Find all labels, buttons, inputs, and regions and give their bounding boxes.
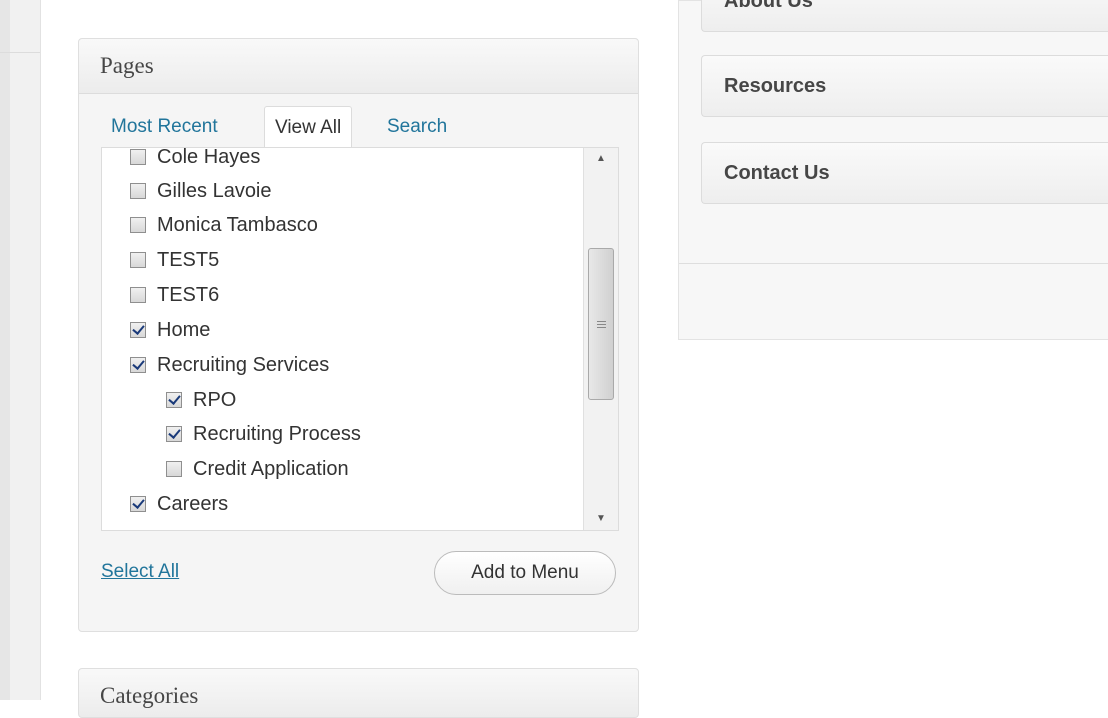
pages-panel-title: Pages [100,53,154,78]
grip-icon [597,321,606,330]
page-item-label: RPO [193,388,237,411]
checkbox[interactable] [130,357,146,373]
page-item-label: TEST6 [157,283,220,306]
checkbox[interactable] [130,149,146,165]
page-item-label: Home [157,318,211,341]
page-item[interactable]: TEST6 [130,280,219,310]
page-item-label: Monica Tambasco [157,213,318,236]
tab-search[interactable]: Search [387,106,447,148]
page-item[interactable]: Recruiting Process [166,419,361,449]
page-item-label: Careers [157,492,229,515]
page-item[interactable]: Monica Tambasco [130,210,318,240]
page-item-label: Recruiting Process [193,422,361,445]
checkbox[interactable] [130,322,146,338]
page-item[interactable]: RPO [166,385,236,415]
select-all-link[interactable]: Select All [101,561,179,583]
menu-item-about-us[interactable]: About Us [701,0,1108,32]
checkbox[interactable] [130,496,146,512]
page-item-label: Cole Hayes [157,147,261,168]
page-item[interactable]: Recruiting Services [130,350,329,380]
pages-panel-header[interactable] [79,39,638,94]
checkbox[interactable] [166,461,182,477]
list-scrollbar[interactable]: ▲ ▼ [583,148,618,530]
page-item[interactable]: Credit Application [166,454,349,484]
categories-panel-title: Categories [100,683,199,708]
pages-checklist: Cole Hayes Gilles Lavoie Monica Tambasco… [101,147,619,531]
add-to-menu-button[interactable]: Add to Menu [434,551,616,595]
checkbox[interactable] [130,217,146,233]
page-item-label: Recruiting Services [157,353,330,376]
checkbox[interactable] [166,392,182,408]
menu-footer-divider [679,263,1108,264]
page-item[interactable]: Gilles Lavoie [130,176,272,206]
page-item[interactable]: TEST5 [130,245,219,275]
categories-panel[interactable]: Categories [78,668,639,718]
sidebar-divider [0,52,40,53]
menu-item-contact-us[interactable]: Contact Us [701,142,1108,204]
checkbox[interactable] [130,287,146,303]
page-item[interactable]: Careers [130,489,228,519]
arrow-up-icon[interactable]: ▲ [584,148,618,170]
admin-sidebar-edge [0,0,41,700]
page-item-label: Gilles Lavoie [157,179,272,202]
arrow-down-icon[interactable]: ▼ [584,508,618,530]
tab-most-recent[interactable]: Most Recent [111,106,218,148]
page-item-label: Credit Application [193,457,349,480]
checkbox[interactable] [130,183,146,199]
sidebar-shade [0,0,10,700]
checkbox[interactable] [130,252,146,268]
page-item[interactable]: Cole Hayes [130,147,261,172]
scroll-thumb[interactable] [588,248,614,400]
pages-panel: Pages Most Recent View All Search Cole H… [78,38,639,632]
page-item-label: TEST5 [157,248,220,271]
menu-item-resources[interactable]: Resources [701,55,1108,117]
page-item[interactable]: Home [130,315,210,345]
menu-item-label: Resources [724,75,827,97]
menu-item-label: Contact Us [724,162,830,184]
checkbox[interactable] [166,426,182,442]
tab-view-all[interactable]: View All [264,106,353,148]
menu-item-label: About Us [724,0,813,12]
menu-structure: About Us Resources Contact Us [678,0,1108,340]
